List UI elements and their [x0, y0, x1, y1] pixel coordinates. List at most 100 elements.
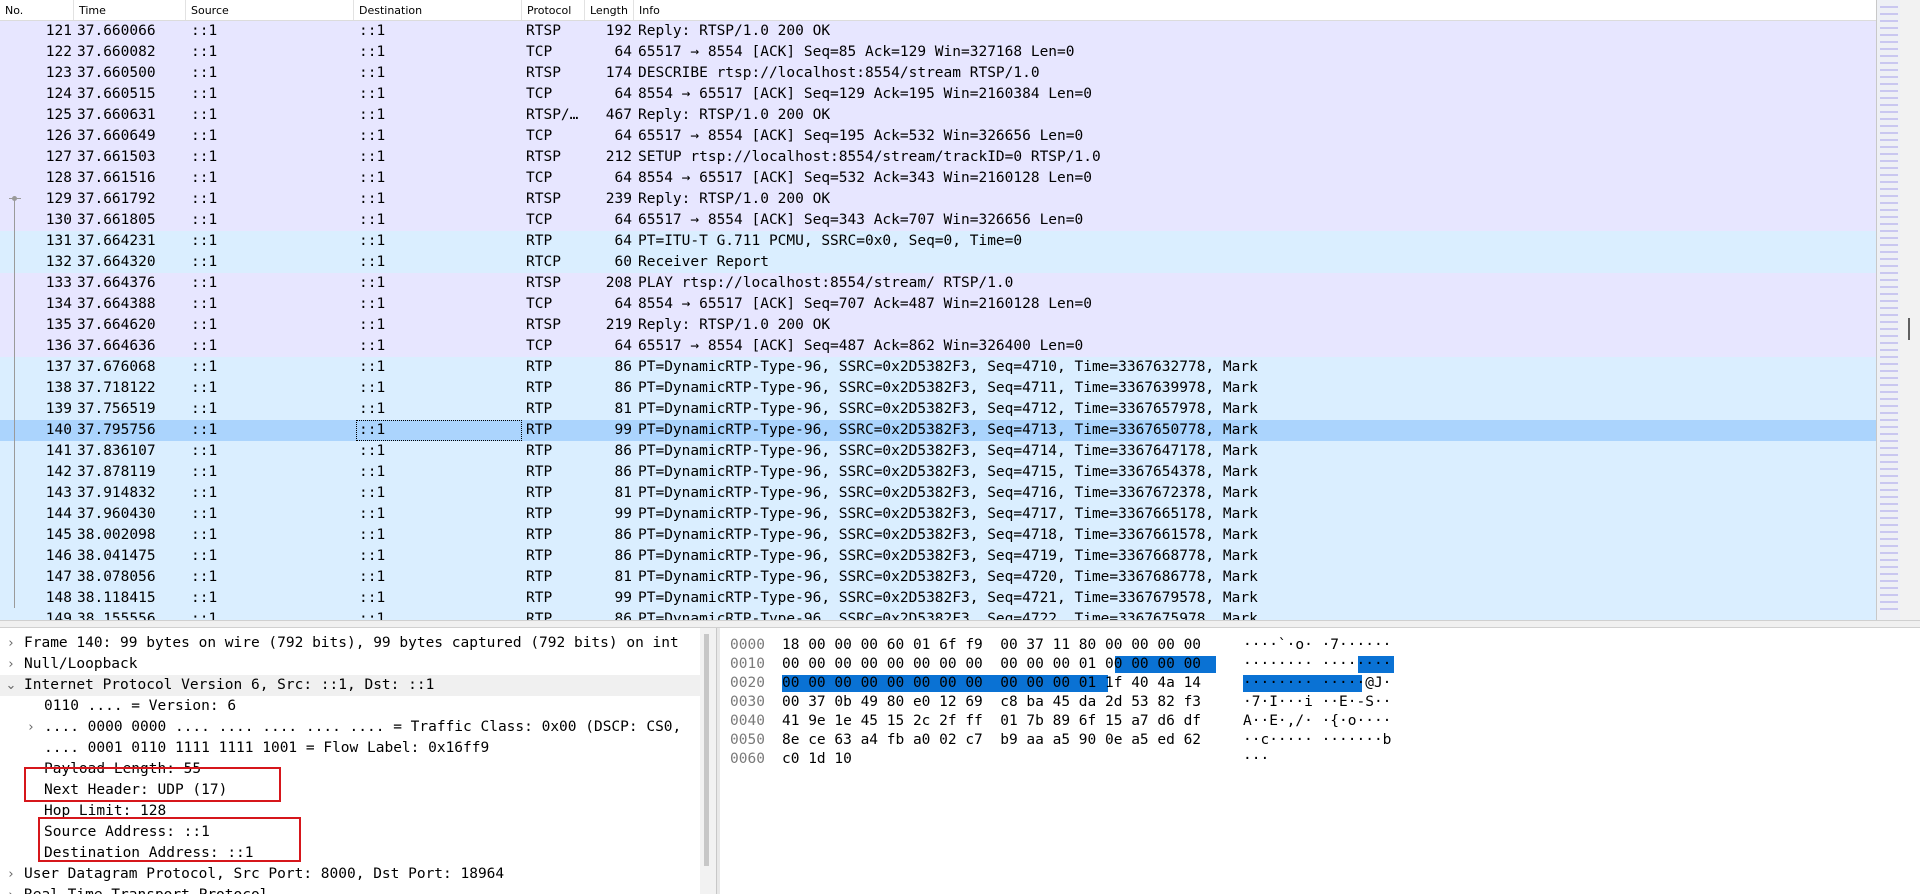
minimap-marker	[1880, 97, 1898, 99]
details-tree-item[interactable]: 0110 .... = Version: 6	[0, 696, 700, 717]
minimap-marker	[1880, 538, 1898, 540]
minimap-marker	[1880, 517, 1898, 519]
packet-row[interactable]: 133 37.664376::1::1 RTSP 208 PLAY rtsp://loc…	[0, 273, 1876, 294]
packet-row[interactable]: 138 37.718122::1::1 RTP 86 PT=DynamicRTP-Typ…	[0, 378, 1876, 399]
packet-row[interactable]: 122 37.660082::1::1 TCP 64 65517 → 8554 [ACK…	[0, 42, 1876, 63]
chevron-right-icon[interactable]: ›	[4, 654, 18, 675]
chevron-right-icon[interactable]: ›	[24, 717, 38, 738]
packet-row[interactable]: 146 38.041475::1::1 RTP 86 PT=DynamicRTP-Typ…	[0, 546, 1876, 567]
packet-time-cell: 37.664636	[77, 338, 156, 354]
packet-protocol-cell: TCP	[526, 212, 553, 228]
packet-row[interactable]: 129 37.661792::1::1 RTSP 239 Reply: RTSP/1.0…	[0, 189, 1876, 210]
packet-row[interactable]: 145 38.002098::1::1 RTP 86 PT=DynamicRTP-Typ…	[0, 525, 1876, 546]
details-tree-item[interactable]: ⌄ Internet Protocol Version 6, Src: ::1, …	[0, 675, 700, 696]
packet-row[interactable]: 126 37.660649::1::1 TCP 64 65517 → 8554 [ACK…	[0, 126, 1876, 147]
packet-row[interactable]: 135 37.664620::1::1 RTSP 219 Reply: RTSP/1.0…	[0, 315, 1876, 336]
minimap-marker	[1880, 545, 1898, 547]
packet-row[interactable]: 132 37.664320::1::1 RTCP 60 Receiver Report	[0, 252, 1876, 273]
packet-protocol-cell: RTP	[526, 443, 553, 459]
details-tree-item[interactable]: › Frame 140: 99 bytes on wire (792 bits),…	[0, 633, 700, 654]
packet-list-scrollbar[interactable]	[1900, 0, 1920, 620]
packet-no-cell: 144	[45, 506, 72, 522]
packet-no-cell: 141	[45, 443, 72, 459]
packet-no-cell: 122	[45, 44, 72, 60]
packet-time-cell: 38.078056	[77, 569, 156, 585]
packet-rows: 121 37.660066::1::1 RTSP 192 Reply: RTSP/1.0…	[0, 21, 1876, 620]
packet-destination-cell: ::1	[359, 485, 386, 501]
chevron-right-icon[interactable]: ›	[4, 864, 18, 885]
details-tree-item[interactable]: › User Datagram Protocol, Src Port: 8000,…	[0, 864, 700, 885]
packet-destination-cell: ::1	[359, 527, 386, 543]
details-tree-item[interactable]: › .... 0000 0000 .... .... .... .... ....…	[0, 717, 700, 738]
column-header-length[interactable]: Length	[585, 0, 634, 20]
column-header-info[interactable]: Info	[634, 0, 1876, 20]
packet-protocol-cell: RTP	[526, 569, 553, 585]
packet-info-cell: PT=DynamicRTP-Type-96, SSRC=0x2D5382F3, …	[638, 485, 1258, 501]
packet-row[interactable]: 125 37.660631::1::1 RTSP/… 467 Reply: RTSP/1…	[0, 105, 1876, 126]
packet-length-cell: 219	[605, 317, 632, 333]
packet-row[interactable]: 128 37.661516::1::1 TCP 64 8554 → 65517 [ACK…	[0, 168, 1876, 189]
packet-time-cell: 37.878119	[77, 464, 156, 480]
packet-row[interactable]: 147 38.078056::1::1 RTP 81 PT=DynamicRTP-Typ…	[0, 567, 1876, 588]
packet-time-cell: 37.914832	[77, 485, 156, 501]
packet-destination-cell: ::1	[359, 359, 386, 375]
packet-row[interactable]: 139 37.756519::1::1 RTP 81 PT=DynamicRTP-Typ…	[0, 399, 1876, 420]
packet-protocol-cell: RTP	[526, 590, 553, 606]
details-tree-item[interactable]: › Null/Loopback	[0, 654, 700, 675]
packet-destination-cell: ::1	[359, 212, 386, 228]
details-tree-item[interactable]: .... 0001 0110 1111 1111 1001 = Flow Lab…	[0, 738, 700, 759]
packet-source-cell: ::1	[191, 611, 218, 620]
packet-row[interactable]: 149 38.155556::1::1 RTP 86 PT=DynamicRTP-Typ…	[0, 609, 1876, 620]
packet-row[interactable]: 144 37.960430::1::1 RTP 99 PT=DynamicRTP-Typ…	[0, 504, 1876, 525]
details-scrollbar[interactable]	[700, 628, 716, 894]
packet-row[interactable]: 131 37.664231::1::1 RTP 64 PT=ITU-T G.711 PC…	[0, 231, 1876, 252]
packet-destination-cell: ::1	[359, 317, 386, 333]
packet-time-cell: 37.664376	[77, 275, 156, 291]
packet-row[interactable]: 130 37.661805::1::1 TCP 64 65517 → 8554 [ACK…	[0, 210, 1876, 231]
column-header-destination[interactable]: Destination	[354, 0, 522, 20]
column-header-no[interactable]: No.	[0, 0, 74, 20]
packet-minimap[interactable]	[1876, 0, 1900, 620]
packet-no-cell: 146	[45, 548, 72, 564]
packet-row[interactable]: 143 37.914832::1::1 RTP 81 PT=DynamicRTP-Typ…	[0, 483, 1876, 504]
packet-bytes-pane[interactable]: 0000 18 00 00 00 60 01 6f f9 00 37 11 80 …	[720, 628, 1920, 894]
packet-row-selected[interactable]: 140 37.795756::1::1 RTP 99 PT=DynamicRTP-Typ…	[0, 420, 1876, 441]
minimap-marker	[1880, 594, 1898, 596]
minimap-marker	[1880, 349, 1898, 351]
packet-source-cell: ::1	[191, 107, 218, 123]
chevron-down-icon[interactable]: ⌄	[4, 675, 18, 696]
packet-list-scroll-thumb[interactable]	[1908, 318, 1910, 340]
packet-time-cell: 37.660082	[77, 44, 156, 60]
packet-row[interactable]: 124 37.660515::1::1 TCP 64 8554 → 65517 [ACK…	[0, 84, 1876, 105]
column-header-time[interactable]: Time	[74, 0, 186, 20]
packet-row[interactable]: 137 37.676068::1::1 RTP 86 PT=DynamicRTP-Typ…	[0, 357, 1876, 378]
packet-row[interactable]: 148 38.118415::1::1 RTP 99 PT=DynamicRTP-Typ…	[0, 588, 1876, 609]
packet-protocol-cell: TCP	[526, 170, 553, 186]
packet-list[interactable]: No. Time Source Destination Protocol Len…	[0, 0, 1876, 620]
column-header-source[interactable]: Source	[186, 0, 354, 20]
column-header-protocol[interactable]: Protocol	[522, 0, 585, 20]
pane-splitter[interactable]	[0, 620, 1920, 628]
packet-destination-cell: ::1	[359, 107, 386, 123]
packet-protocol-cell: TCP	[526, 44, 553, 60]
packet-row[interactable]: 123 37.660500::1::1 RTSP 174 DESCRIBE rtsp:/…	[0, 63, 1876, 84]
details-item-label: Frame 140: 99 bytes on wire (792 bits), …	[24, 635, 679, 651]
packet-length-cell: 81	[614, 401, 632, 417]
packet-row[interactable]: 141 37.836107::1::1 RTP 86 PT=DynamicRTP-Typ…	[0, 441, 1876, 462]
details-item-label: .... 0000 0000 .... .... .... .... .... …	[44, 719, 682, 735]
details-scroll-thumb[interactable]	[704, 634, 709, 866]
packet-time-cell: 37.756519	[77, 401, 156, 417]
chevron-right-icon[interactable]: ›	[4, 633, 18, 654]
packet-row[interactable]: 142 37.878119::1::1 RTP 86 PT=DynamicRTP-Typ…	[0, 462, 1876, 483]
details-tree-item[interactable]: › Real-Time Transport Protocol	[0, 885, 700, 894]
packet-row[interactable]: 121 37.660066::1::1 RTSP 192 Reply: RTSP/1.0…	[0, 21, 1876, 42]
packet-info-cell: PT=DynamicRTP-Type-96, SSRC=0x2D5382F3, …	[638, 590, 1258, 606]
packet-info-cell: 65517 → 8554 [ACK] Seq=343 Ack=707 Win=3…	[638, 212, 1084, 228]
minimap-marker	[1880, 335, 1898, 337]
packet-row[interactable]: 134 37.664388::1::1 TCP 64 8554 → 65517 [ACK…	[0, 294, 1876, 315]
chevron-right-icon[interactable]: ›	[4, 885, 18, 894]
minimap-marker	[1880, 314, 1898, 316]
packet-row[interactable]: 136 37.664636::1::1 TCP 64 65517 → 8554 [ACK…	[0, 336, 1876, 357]
packet-row[interactable]: 127 37.661503::1::1 RTSP 212 SETUP rtsp://lo…	[0, 147, 1876, 168]
packet-source-cell: ::1	[191, 464, 218, 480]
